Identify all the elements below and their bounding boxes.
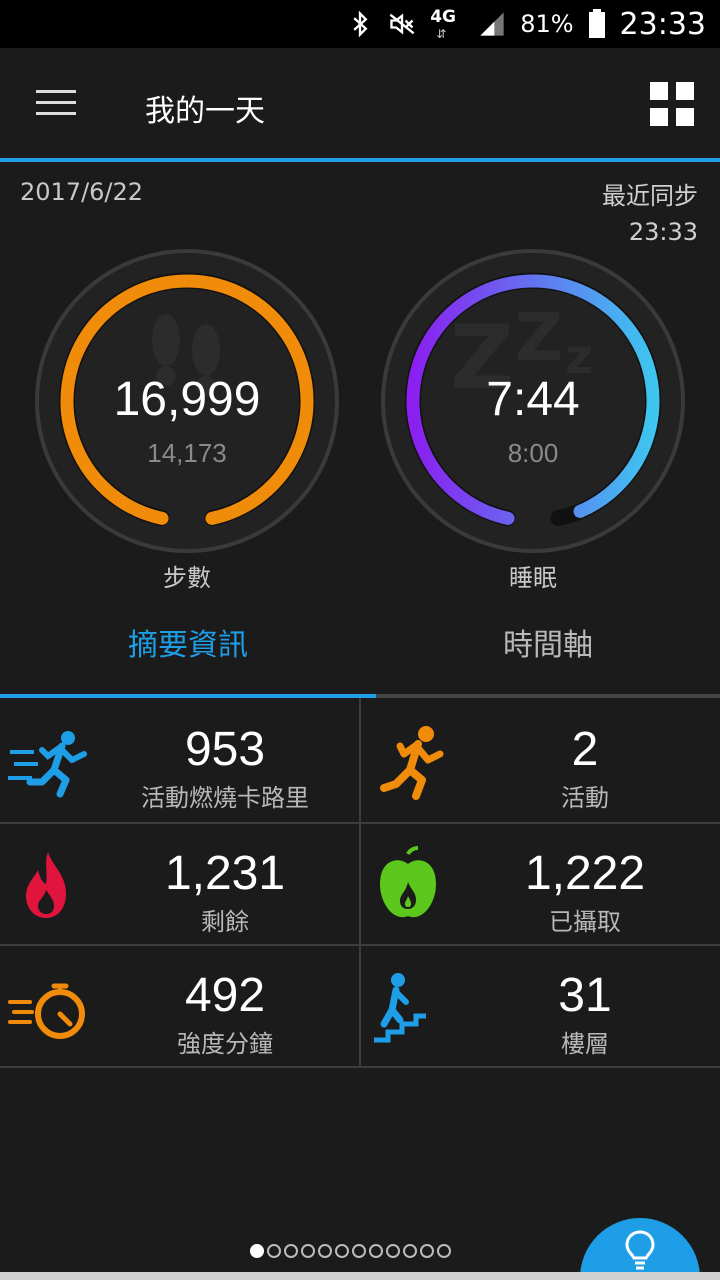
svg-text:Z: Z [515,299,563,376]
insights-button[interactable] [580,1218,700,1280]
page-dot [403,1244,417,1258]
page-dot [369,1244,383,1258]
battery-percent: 81% [520,10,574,38]
data-arrows-icon: ⇵ [436,27,447,41]
network-indicator: 4G ⇵ [430,5,464,43]
signal-icon [480,12,504,36]
stat-value: 1,222 [524,847,646,900]
page-dot [284,1244,298,1258]
sleep-goal: 8:00 [507,438,559,468]
steps-value: 16,999 [113,373,261,426]
lightbulb-icon [625,1230,655,1270]
stat-active-calories[interactable]: 953 活動燃燒卡路里 [0,700,360,822]
stat-label: 強度分鐘 [177,1030,273,1058]
mute-icon [389,13,415,35]
stat-value: 1,231 [164,847,286,900]
stat-floors[interactable]: 31 樓層 [360,946,720,1068]
last-sync: 最近同步 23:33 [602,178,698,250]
page-dot [301,1244,315,1258]
steps-ring[interactable]: 16,999 14,173 [34,248,340,554]
steps-goal: 14,173 [147,438,227,468]
page-title: 我的一天 [145,94,265,129]
bluetooth-icon [353,10,368,38]
stat-value: 492 [184,969,266,1022]
stat-remaining[interactable]: 1,231 剩餘 [0,824,360,946]
tab-indicator [0,694,376,698]
sleep-ring[interactable]: Z Z z 7:44 8:00 [380,248,686,554]
widget-grid-icon[interactable] [650,82,694,126]
status-time: 23:33 [619,6,706,42]
app-bar: 我的一天 [0,48,720,158]
page-indicator [250,1244,451,1258]
running-person-icon [380,726,444,800]
app-bar-divider [0,158,720,162]
network-type: 4G [430,7,456,27]
bottom-edge [0,1272,720,1280]
page-dot [335,1244,349,1258]
status-bar: 4G ⇵ 81% 23:33 [0,0,720,48]
sleep-label: 睡眠 [509,564,557,592]
flame-icon [26,852,66,918]
steps-label: 步數 [163,564,211,592]
stat-value: 953 [184,723,266,776]
page-dot [318,1244,332,1258]
stat-intensity-minutes[interactable]: 492 強度分鐘 [0,946,360,1068]
sleep-value: 7:44 [486,373,580,426]
tab-summary[interactable]: 摘要資訊 [8,620,368,664]
battery-icon [588,9,605,38]
page-dot [352,1244,366,1258]
stat-consumed[interactable]: 1,222 已攝取 [360,824,720,946]
tab-bar: 摘要資訊 時間軸 [0,600,720,700]
page-dot [437,1244,451,1258]
tab-timeline[interactable]: 時間軸 [368,620,720,664]
stairs-icon [374,973,426,1043]
page-dot [267,1244,281,1258]
apple-icon [380,846,436,918]
stat-label: 剩餘 [201,908,249,936]
stat-activities[interactable]: 2 活動 [360,700,720,822]
stat-label: 活動 [561,784,609,812]
running-fast-icon [8,731,87,798]
hamburger-menu-icon[interactable] [36,90,76,118]
page-dot [250,1244,264,1258]
page-dot [420,1244,434,1258]
stat-value: 2 [571,723,599,776]
page-dot [386,1244,400,1258]
current-date: 2017/6/22 [20,178,144,206]
stat-label: 已攝取 [549,908,621,936]
sync-label: 最近同步 [602,182,698,210]
sync-time: 23:33 [628,218,698,246]
stat-label: 活動燃燒卡路里 [141,784,309,812]
stat-value: 31 [558,969,612,1022]
stat-label: 樓層 [561,1030,609,1058]
stopwatch-icon [8,983,85,1039]
